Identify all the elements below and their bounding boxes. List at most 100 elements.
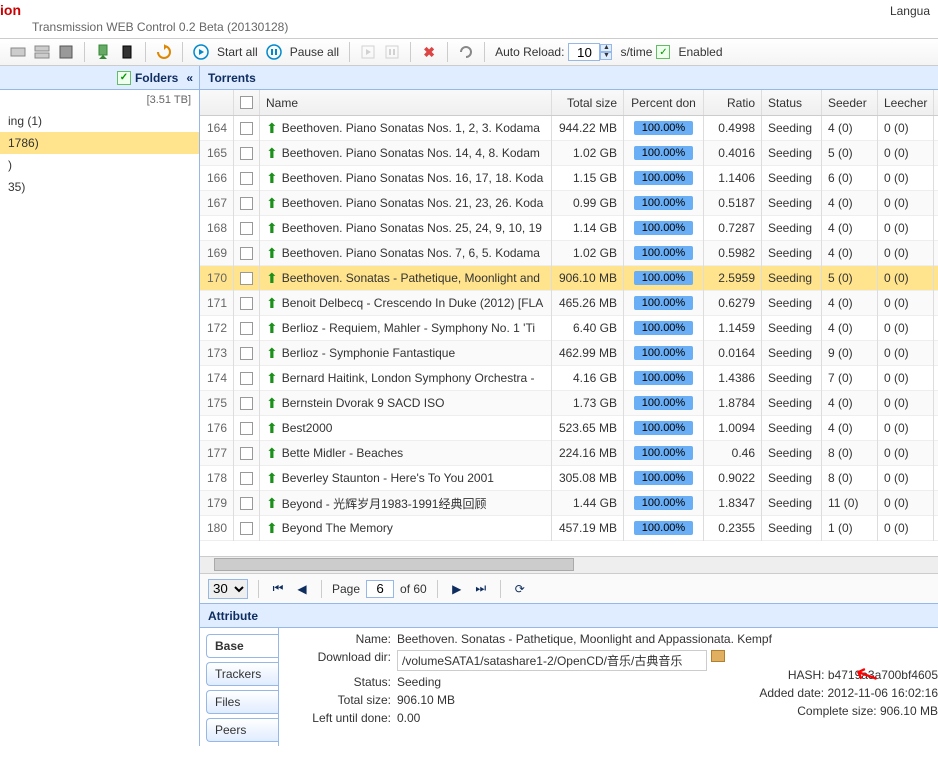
- sidebar-item[interactable]: 1786): [0, 132, 199, 154]
- row-checkbox[interactable]: [234, 216, 260, 241]
- prev-page-button[interactable]: ◀: [293, 580, 311, 598]
- attr-dir-input[interactable]: /volumeSATA1/satashare1-2/OpenCD/音乐/古典音乐: [397, 650, 707, 671]
- table-row[interactable]: 176⬆Best2000523.65 MB100.00%1.0094Seedin…: [200, 416, 938, 441]
- drives-icon[interactable]: [34, 44, 50, 60]
- col-leecher[interactable]: Leecher: [878, 90, 934, 115]
- row-status: Seeding: [762, 516, 822, 541]
- reload-spinner[interactable]: ▲▼: [600, 44, 612, 60]
- upload-arrow-icon: ⬆: [266, 520, 278, 537]
- play-small-icon[interactable]: [360, 44, 376, 60]
- table-row[interactable]: 174⬆Bernard Haitink, London Symphony Orc…: [200, 366, 938, 391]
- row-checkbox[interactable]: [234, 416, 260, 441]
- col-percent[interactable]: Percent don: [624, 90, 704, 115]
- row-checkbox[interactable]: [234, 466, 260, 491]
- upload-arrow-icon: ⬆: [266, 270, 278, 287]
- page-input[interactable]: [366, 580, 394, 598]
- play-icon[interactable]: [193, 44, 209, 60]
- table-row[interactable]: 169⬆Beethoven. Piano Sonatas Nos. 7, 6, …: [200, 241, 938, 266]
- sidebar-item[interactable]: ing (1): [0, 110, 199, 132]
- table-row[interactable]: 170⬆Beethoven. Sonatas - Pathetique, Moo…: [200, 266, 938, 291]
- drive-icon[interactable]: [10, 44, 26, 60]
- row-percent: 100.00%: [624, 416, 704, 441]
- refresh-icon[interactable]: [156, 44, 172, 60]
- page-size-select[interactable]: 30: [208, 579, 248, 599]
- row-checkbox[interactable]: [234, 391, 260, 416]
- table-row[interactable]: 166⬆Beethoven. Piano Sonatas Nos. 16, 17…: [200, 166, 938, 191]
- tab-peers[interactable]: Peers: [206, 718, 278, 742]
- row-leecher: 0 (0): [878, 216, 934, 241]
- table-row[interactable]: 171⬆Benoit Delbecq - Crescendo In Duke (…: [200, 291, 938, 316]
- row-leecher: 0 (0): [878, 191, 934, 216]
- table-row[interactable]: 168⬆Beethoven. Piano Sonatas Nos. 25, 24…: [200, 216, 938, 241]
- first-page-button[interactable]: ⏮: [269, 580, 287, 598]
- table-row[interactable]: 175⬆Bernstein Dvorak 9 SACD ISO1.73 GB10…: [200, 391, 938, 416]
- disk-icon[interactable]: [58, 44, 74, 60]
- next-page-button[interactable]: ▶: [448, 580, 466, 598]
- row-checkbox[interactable]: [234, 266, 260, 291]
- start-all-button[interactable]: Start all: [217, 45, 258, 59]
- enabled-checkbox[interactable]: ✓: [656, 45, 670, 59]
- horizontal-scrollbar[interactable]: [200, 556, 938, 573]
- row-percent: 100.00%: [624, 491, 704, 516]
- table-row[interactable]: 178⬆Beverley Staunton - Here's To You 20…: [200, 466, 938, 491]
- col-seeder[interactable]: Seeder: [822, 90, 878, 115]
- col-status[interactable]: Status: [762, 90, 822, 115]
- last-page-button[interactable]: ⏭: [472, 580, 490, 598]
- table-row[interactable]: 165⬆Beethoven. Piano Sonatas Nos. 14, 4,…: [200, 141, 938, 166]
- col-name[interactable]: Name: [260, 90, 552, 115]
- row-checkbox[interactable]: [234, 241, 260, 266]
- separator: [145, 42, 146, 62]
- table-row[interactable]: 172⬆Berlioz - Requiem, Mahler - Symphony…: [200, 316, 938, 341]
- row-checkbox[interactable]: [234, 141, 260, 166]
- table-row[interactable]: 164⬆Beethoven. Piano Sonatas Nos. 1, 2, …: [200, 116, 938, 141]
- sidebar-total-size: [3.51 TB]: [0, 90, 199, 110]
- attr-size-value: 906.10 MB: [397, 693, 455, 707]
- col-check[interactable]: [234, 90, 260, 115]
- pause-all-button[interactable]: Pause all: [290, 45, 339, 59]
- row-name: ⬆Bernstein Dvorak 9 SACD ISO: [260, 391, 552, 416]
- row-leecher: 0 (0): [878, 141, 934, 166]
- table-row[interactable]: 179⬆Beyond - 光辉岁月1983-1991经典回顾1.44 GB100…: [200, 491, 938, 516]
- tab-base[interactable]: Base: [206, 634, 278, 658]
- row-checkbox[interactable]: [234, 441, 260, 466]
- collapse-icon[interactable]: «: [186, 71, 193, 85]
- col-size[interactable]: Total size: [552, 90, 624, 115]
- row-checkbox[interactable]: [234, 291, 260, 316]
- row-name: ⬆Best2000: [260, 416, 552, 441]
- reload-icon[interactable]: [458, 44, 474, 60]
- row-checkbox[interactable]: [234, 116, 260, 141]
- server-down-icon[interactable]: [95, 44, 111, 60]
- refresh-page-button[interactable]: ⟳: [511, 580, 529, 598]
- row-size: 1.02 GB: [552, 141, 624, 166]
- folder-icon[interactable]: [711, 650, 725, 662]
- row-checkbox[interactable]: [234, 166, 260, 191]
- pause-small-icon[interactable]: [384, 44, 400, 60]
- pause-icon[interactable]: [266, 44, 282, 60]
- table-row[interactable]: 177⬆Bette Midler - Beaches224.16 MB100.0…: [200, 441, 938, 466]
- row-status: Seeding: [762, 416, 822, 441]
- tab-trackers[interactable]: Trackers: [206, 662, 278, 686]
- delete-icon[interactable]: ✖: [421, 44, 437, 60]
- row-seeder: 4 (0): [822, 216, 878, 241]
- row-checkbox[interactable]: [234, 341, 260, 366]
- row-leecher: 0 (0): [878, 266, 934, 291]
- table-row[interactable]: 180⬆Beyond The Memory457.19 MB100.00%0.2…: [200, 516, 938, 541]
- row-ratio: 2.5959: [704, 266, 762, 291]
- reload-interval-input[interactable]: [568, 43, 600, 61]
- sidebar-item[interactable]: ): [0, 154, 199, 176]
- tab-files[interactable]: Files: [206, 690, 278, 714]
- language-link[interactable]: Langua: [890, 4, 930, 18]
- server-icon[interactable]: [119, 44, 135, 60]
- row-number: 173: [200, 341, 234, 366]
- row-checkbox[interactable]: [234, 366, 260, 391]
- col-ratio[interactable]: Ratio: [704, 90, 762, 115]
- row-ratio: 0.4998: [704, 116, 762, 141]
- row-checkbox[interactable]: [234, 316, 260, 341]
- table-row[interactable]: 167⬆Beethoven. Piano Sonatas Nos. 21, 23…: [200, 191, 938, 216]
- row-checkbox[interactable]: [234, 516, 260, 541]
- row-checkbox[interactable]: [234, 491, 260, 516]
- row-checkbox[interactable]: [234, 191, 260, 216]
- col-number[interactable]: [200, 90, 234, 115]
- table-row[interactable]: 173⬆Berlioz - Symphonie Fantastique462.9…: [200, 341, 938, 366]
- sidebar-item[interactable]: 35): [0, 176, 199, 198]
